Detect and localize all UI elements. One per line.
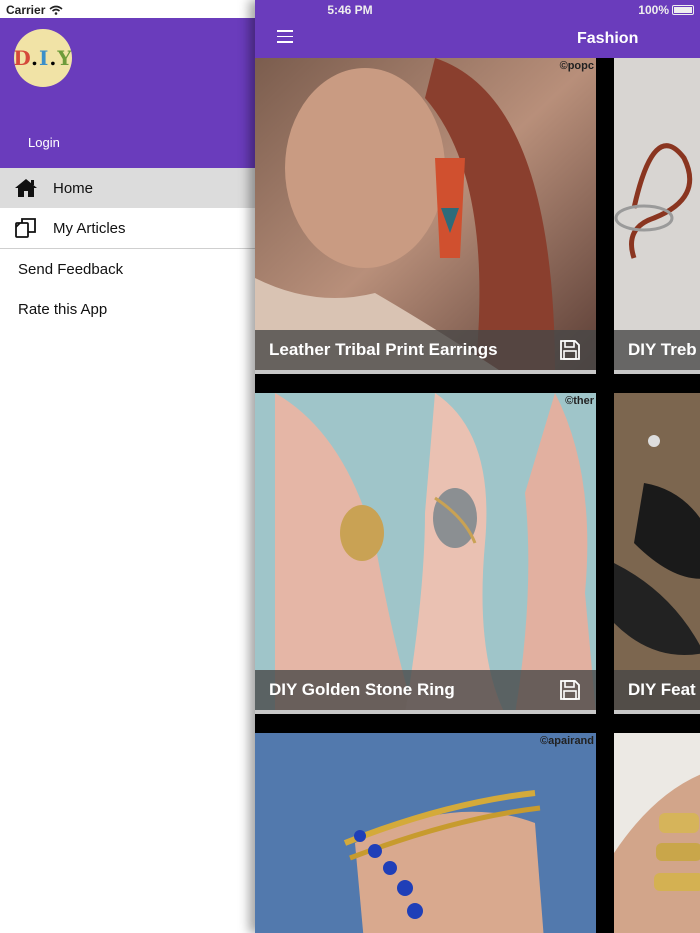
article-card[interactable]: DIY Feat [614, 393, 700, 714]
card-bottom-strip [255, 370, 596, 374]
article-title: DIY Feat [628, 680, 696, 699]
status-carrier: Carrier [6, 2, 63, 18]
menu-item-send-feedback[interactable]: Send Feedback [0, 249, 256, 289]
home-icon [15, 179, 37, 197]
navigation-drawer: Carrier D.I.Y Login Home My Articles Sen… [0, 0, 256, 933]
article-photo [255, 58, 596, 374]
login-link[interactable]: Login [28, 135, 60, 150]
card-bottom-strip [614, 370, 700, 374]
article-card[interactable]: ©popc Leather Tribal Print Earrings [255, 58, 596, 374]
article-photo [255, 733, 596, 933]
menu-item-label: Send Feedback [18, 260, 124, 278]
status-time: 5:46 PM [327, 3, 373, 17]
battery-icon [672, 5, 694, 15]
card-bottom-strip [614, 710, 700, 714]
caption-bar: DIY Feat [614, 670, 700, 710]
menu-item-rate-app[interactable]: Rate this App [0, 289, 256, 329]
main-content: 5:46 PM 100% Fashion ©popc Leather Triba… [255, 0, 700, 933]
card-bottom-strip [255, 710, 596, 714]
photo-copyright: ©apairand [540, 735, 594, 747]
article-photo [614, 58, 700, 374]
top-app-bar: 5:46 PM 100% Fashion [255, 0, 700, 58]
battery-percent: 100% [638, 3, 669, 17]
app-logo: D.I.Y [14, 29, 72, 87]
logo-text: D.I.Y [14, 46, 72, 70]
menu-item-my-articles[interactable]: My Articles [0, 208, 256, 248]
menu-item-label: My Articles [53, 219, 126, 237]
save-icon[interactable] [560, 340, 580, 360]
article-photo [614, 733, 700, 933]
caption-bar: Leather Tribal Print Earrings [255, 330, 596, 370]
save-icon[interactable] [560, 680, 580, 700]
photo-copyright: ©popc [559, 60, 594, 72]
article-card[interactable]: ©ther DIY Golden Stone Ring [255, 393, 596, 714]
article-photo [255, 393, 596, 714]
article-title: DIY Golden Stone Ring [269, 680, 455, 699]
carrier-label: Carrier [6, 3, 46, 17]
page-title: Fashion [577, 30, 639, 47]
status-battery: 100% [638, 3, 694, 17]
menu-item-label: Rate this App [18, 300, 108, 318]
article-title: DIY Treb [628, 340, 697, 359]
article-card[interactable]: DIY Treb [614, 58, 700, 374]
articles-icon [15, 218, 36, 238]
photo-copyright: ©ther [565, 395, 594, 407]
drawer-header: Carrier D.I.Y Login [0, 0, 256, 168]
menu-icon[interactable] [277, 30, 293, 44]
wifi-icon [49, 5, 63, 15]
article-card[interactable]: ©apairand [255, 733, 596, 933]
article-card[interactable] [614, 733, 700, 933]
article-title: Leather Tribal Print Earrings [269, 340, 498, 359]
drawer-menu: Home My Articles Send Feedback Rate this… [0, 168, 256, 329]
caption-bar: DIY Golden Stone Ring [255, 670, 596, 710]
menu-item-home[interactable]: Home [0, 168, 256, 208]
menu-item-label: Home [53, 179, 94, 197]
caption-bar: DIY Treb [614, 330, 700, 370]
article-photo [614, 393, 700, 714]
